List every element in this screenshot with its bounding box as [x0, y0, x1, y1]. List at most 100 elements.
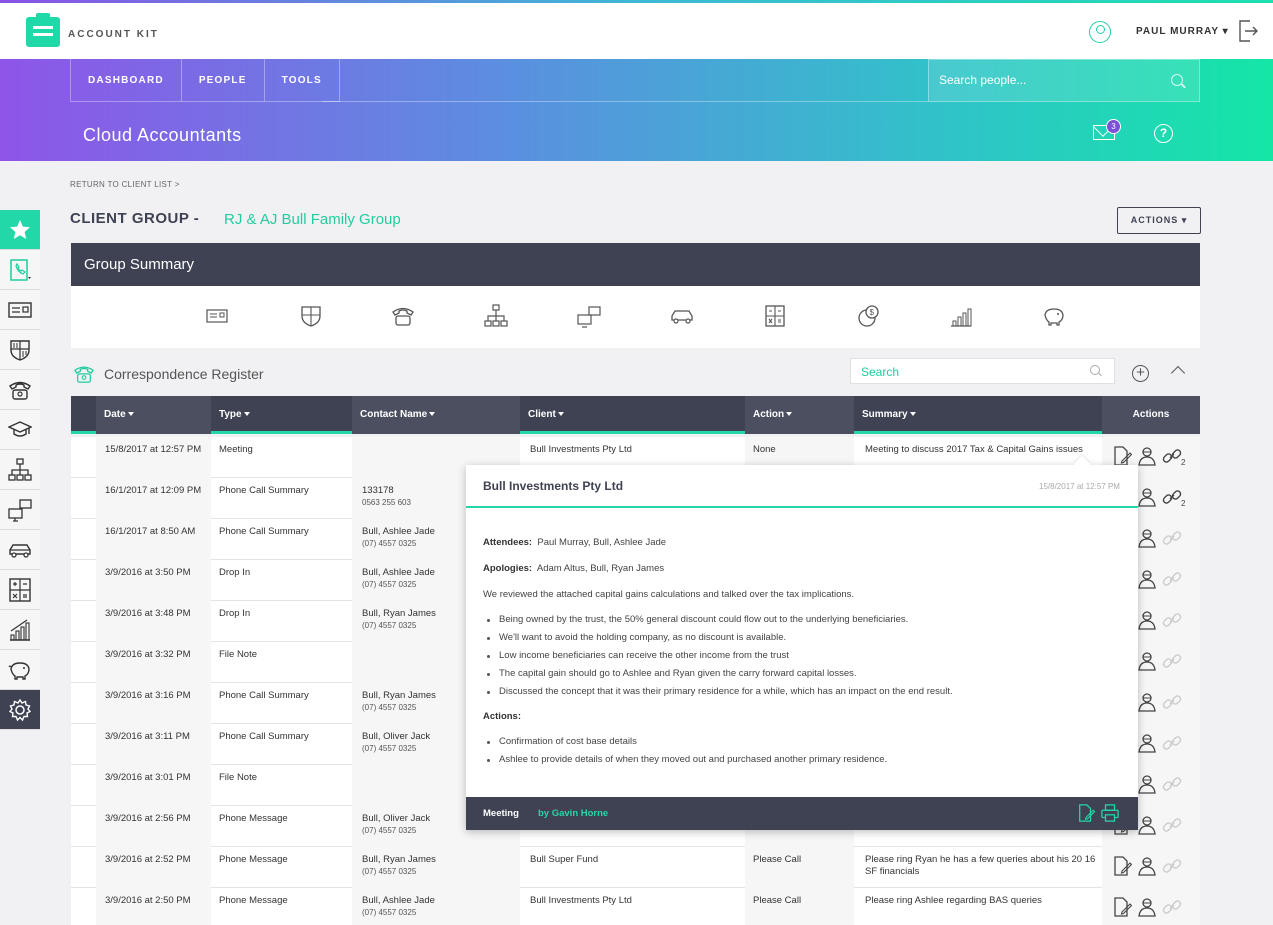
print-icon[interactable]: [1101, 804, 1119, 822]
link-icon[interactable]: [1162, 610, 1182, 630]
cell-client: Bull Investments Pty Ltd: [530, 444, 632, 455]
car-icon[interactable]: [670, 304, 694, 328]
person-icon[interactable]: [1137, 733, 1157, 753]
edit-document-icon[interactable]: [1112, 897, 1133, 917]
register-search-input[interactable]: [861, 365, 1081, 379]
calculator-icon: [9, 578, 31, 602]
people-search-box: [928, 59, 1200, 102]
sidebar-computers[interactable]: [0, 490, 40, 530]
contact-phone: (07) 4557 0325: [362, 908, 417, 917]
person-icon[interactable]: [1137, 487, 1157, 507]
link-icon[interactable]: [1162, 569, 1182, 589]
sidebar-structure[interactable]: [0, 450, 40, 490]
table-header: Date Type Contact Name Client Action Sum…: [71, 396, 1200, 434]
link-icon[interactable]: [1162, 897, 1182, 917]
link-icon[interactable]: [1162, 774, 1182, 794]
person-icon[interactable]: [1137, 815, 1157, 835]
nav-divider: [322, 101, 928, 102]
attendees-label: Attendees:: [483, 537, 533, 548]
computer-transfer-icon[interactable]: [577, 304, 601, 328]
person-icon[interactable]: [1137, 651, 1157, 671]
person-icon[interactable]: [1137, 856, 1157, 876]
edit-document-icon[interactable]: [1077, 804, 1095, 822]
chevron-up-icon[interactable]: [1170, 365, 1186, 381]
calculator-icon[interactable]: [763, 304, 787, 328]
id-card-icon[interactable]: [205, 304, 229, 328]
nav-dashboard[interactable]: DASHBOARD: [71, 59, 182, 101]
sort-caret-icon: [429, 412, 436, 417]
add-icon[interactable]: +: [1132, 365, 1149, 382]
popup-author: by Gavin Horne: [538, 808, 609, 819]
link-icon[interactable]: [1162, 733, 1182, 753]
bar-chart-icon[interactable]: [949, 304, 973, 328]
link-icon[interactable]: [1162, 487, 1182, 507]
link-icon[interactable]: [1162, 815, 1182, 835]
mail-count-badge: 3: [1106, 119, 1121, 134]
person-icon[interactable]: [1137, 610, 1157, 630]
apologies-label: Apologies:: [483, 563, 533, 574]
cell-type: Drop In: [219, 567, 251, 578]
org-chart-icon[interactable]: [484, 304, 508, 328]
sidebar-savings[interactable]: [0, 650, 40, 690]
person-icon[interactable]: [1137, 446, 1157, 466]
edit-document-icon[interactable]: [1112, 856, 1133, 876]
person-icon[interactable]: [1137, 528, 1157, 548]
money-coin-icon[interactable]: $: [857, 304, 881, 328]
sidebar-growth[interactable]: [0, 610, 40, 650]
cell-date: 3/9/2016 at 2:52 PM: [105, 854, 191, 865]
actions-label: Actions:: [483, 711, 521, 722]
cell-contact[interactable]: Bull, Ashlee Jade (07) 4557 0325: [362, 895, 512, 919]
sidebar-id-card[interactable]: [0, 290, 40, 330]
nav-tools[interactable]: TOOLS: [265, 59, 340, 101]
contact-name: 133178: [362, 485, 394, 496]
column-summary[interactable]: Summary: [854, 396, 1102, 434]
column-client[interactable]: Client: [520, 396, 745, 434]
person-icon[interactable]: [1137, 692, 1157, 712]
people-search-input[interactable]: [939, 73, 1159, 87]
logout-icon[interactable]: [1238, 20, 1258, 42]
sidebar-vehicles[interactable]: [0, 530, 40, 570]
help-icon[interactable]: ?: [1154, 124, 1173, 143]
edit-document-icon[interactable]: [1112, 446, 1133, 466]
table-row[interactable]: 3/9/2016 at 2:50 PM Phone Message Bull, As…: [71, 888, 1200, 925]
person-icon[interactable]: [1137, 774, 1157, 794]
sidebar-correspondence[interactable]: [0, 250, 40, 290]
link-icon[interactable]: [1162, 446, 1182, 466]
link-icon[interactable]: [1162, 856, 1182, 876]
cell-type: Phone Message: [219, 813, 288, 824]
sidebar-education[interactable]: [0, 410, 40, 450]
link-icon[interactable]: [1162, 528, 1182, 548]
column-date[interactable]: Date: [96, 396, 211, 434]
column-type[interactable]: Type: [211, 396, 352, 434]
column-action[interactable]: Action: [745, 396, 854, 434]
search-icon[interactable]: [1171, 74, 1183, 86]
nav-people[interactable]: PEOPLE: [182, 59, 265, 101]
sidebar-favourites[interactable]: [0, 210, 40, 250]
person-icon[interactable]: [1137, 569, 1157, 589]
cell-date: 3/9/2016 at 3:01 PM: [105, 772, 191, 783]
cell-contact[interactable]: Bull, Ryan James (07) 4557 0325: [362, 854, 512, 878]
cell-type: File Note: [219, 649, 258, 660]
sidebar-phone[interactable]: [0, 370, 40, 410]
sidebar-calculator[interactable]: [0, 570, 40, 610]
table-row[interactable]: 3/9/2016 at 2:52 PM Phone Message Bull, Ry…: [71, 847, 1200, 888]
link-count: 2: [1181, 499, 1186, 508]
shield-icon[interactable]: [299, 304, 323, 328]
column-contact-name[interactable]: Contact Name: [352, 396, 520, 434]
person-icon[interactable]: [1137, 897, 1157, 917]
piggy-bank-icon[interactable]: [1042, 304, 1066, 328]
sort-caret-icon: [786, 412, 793, 417]
cell-date: 3/9/2016 at 2:56 PM: [105, 813, 191, 824]
briefcase-logo-icon[interactable]: [26, 13, 60, 47]
user-avatar-icon[interactable]: [1089, 21, 1111, 43]
link-icon[interactable]: [1162, 692, 1182, 712]
breadcrumb-return[interactable]: RETURN TO CLIENT LIST >: [70, 180, 180, 189]
correspondence-detail-popup: Bull Investments Pty Ltd 15/8/2017 at 12…: [466, 465, 1138, 830]
sidebar-settings[interactable]: [0, 690, 40, 730]
link-icon[interactable]: [1162, 651, 1182, 671]
actions-dropdown-button[interactable]: ACTIONS ▾: [1117, 207, 1201, 234]
search-icon[interactable]: [1090, 365, 1100, 375]
telephone-icon[interactable]: [391, 304, 415, 328]
sidebar-insurance[interactable]: [0, 330, 40, 370]
user-menu[interactable]: PAUL MURRAY ▾: [1136, 26, 1229, 37]
